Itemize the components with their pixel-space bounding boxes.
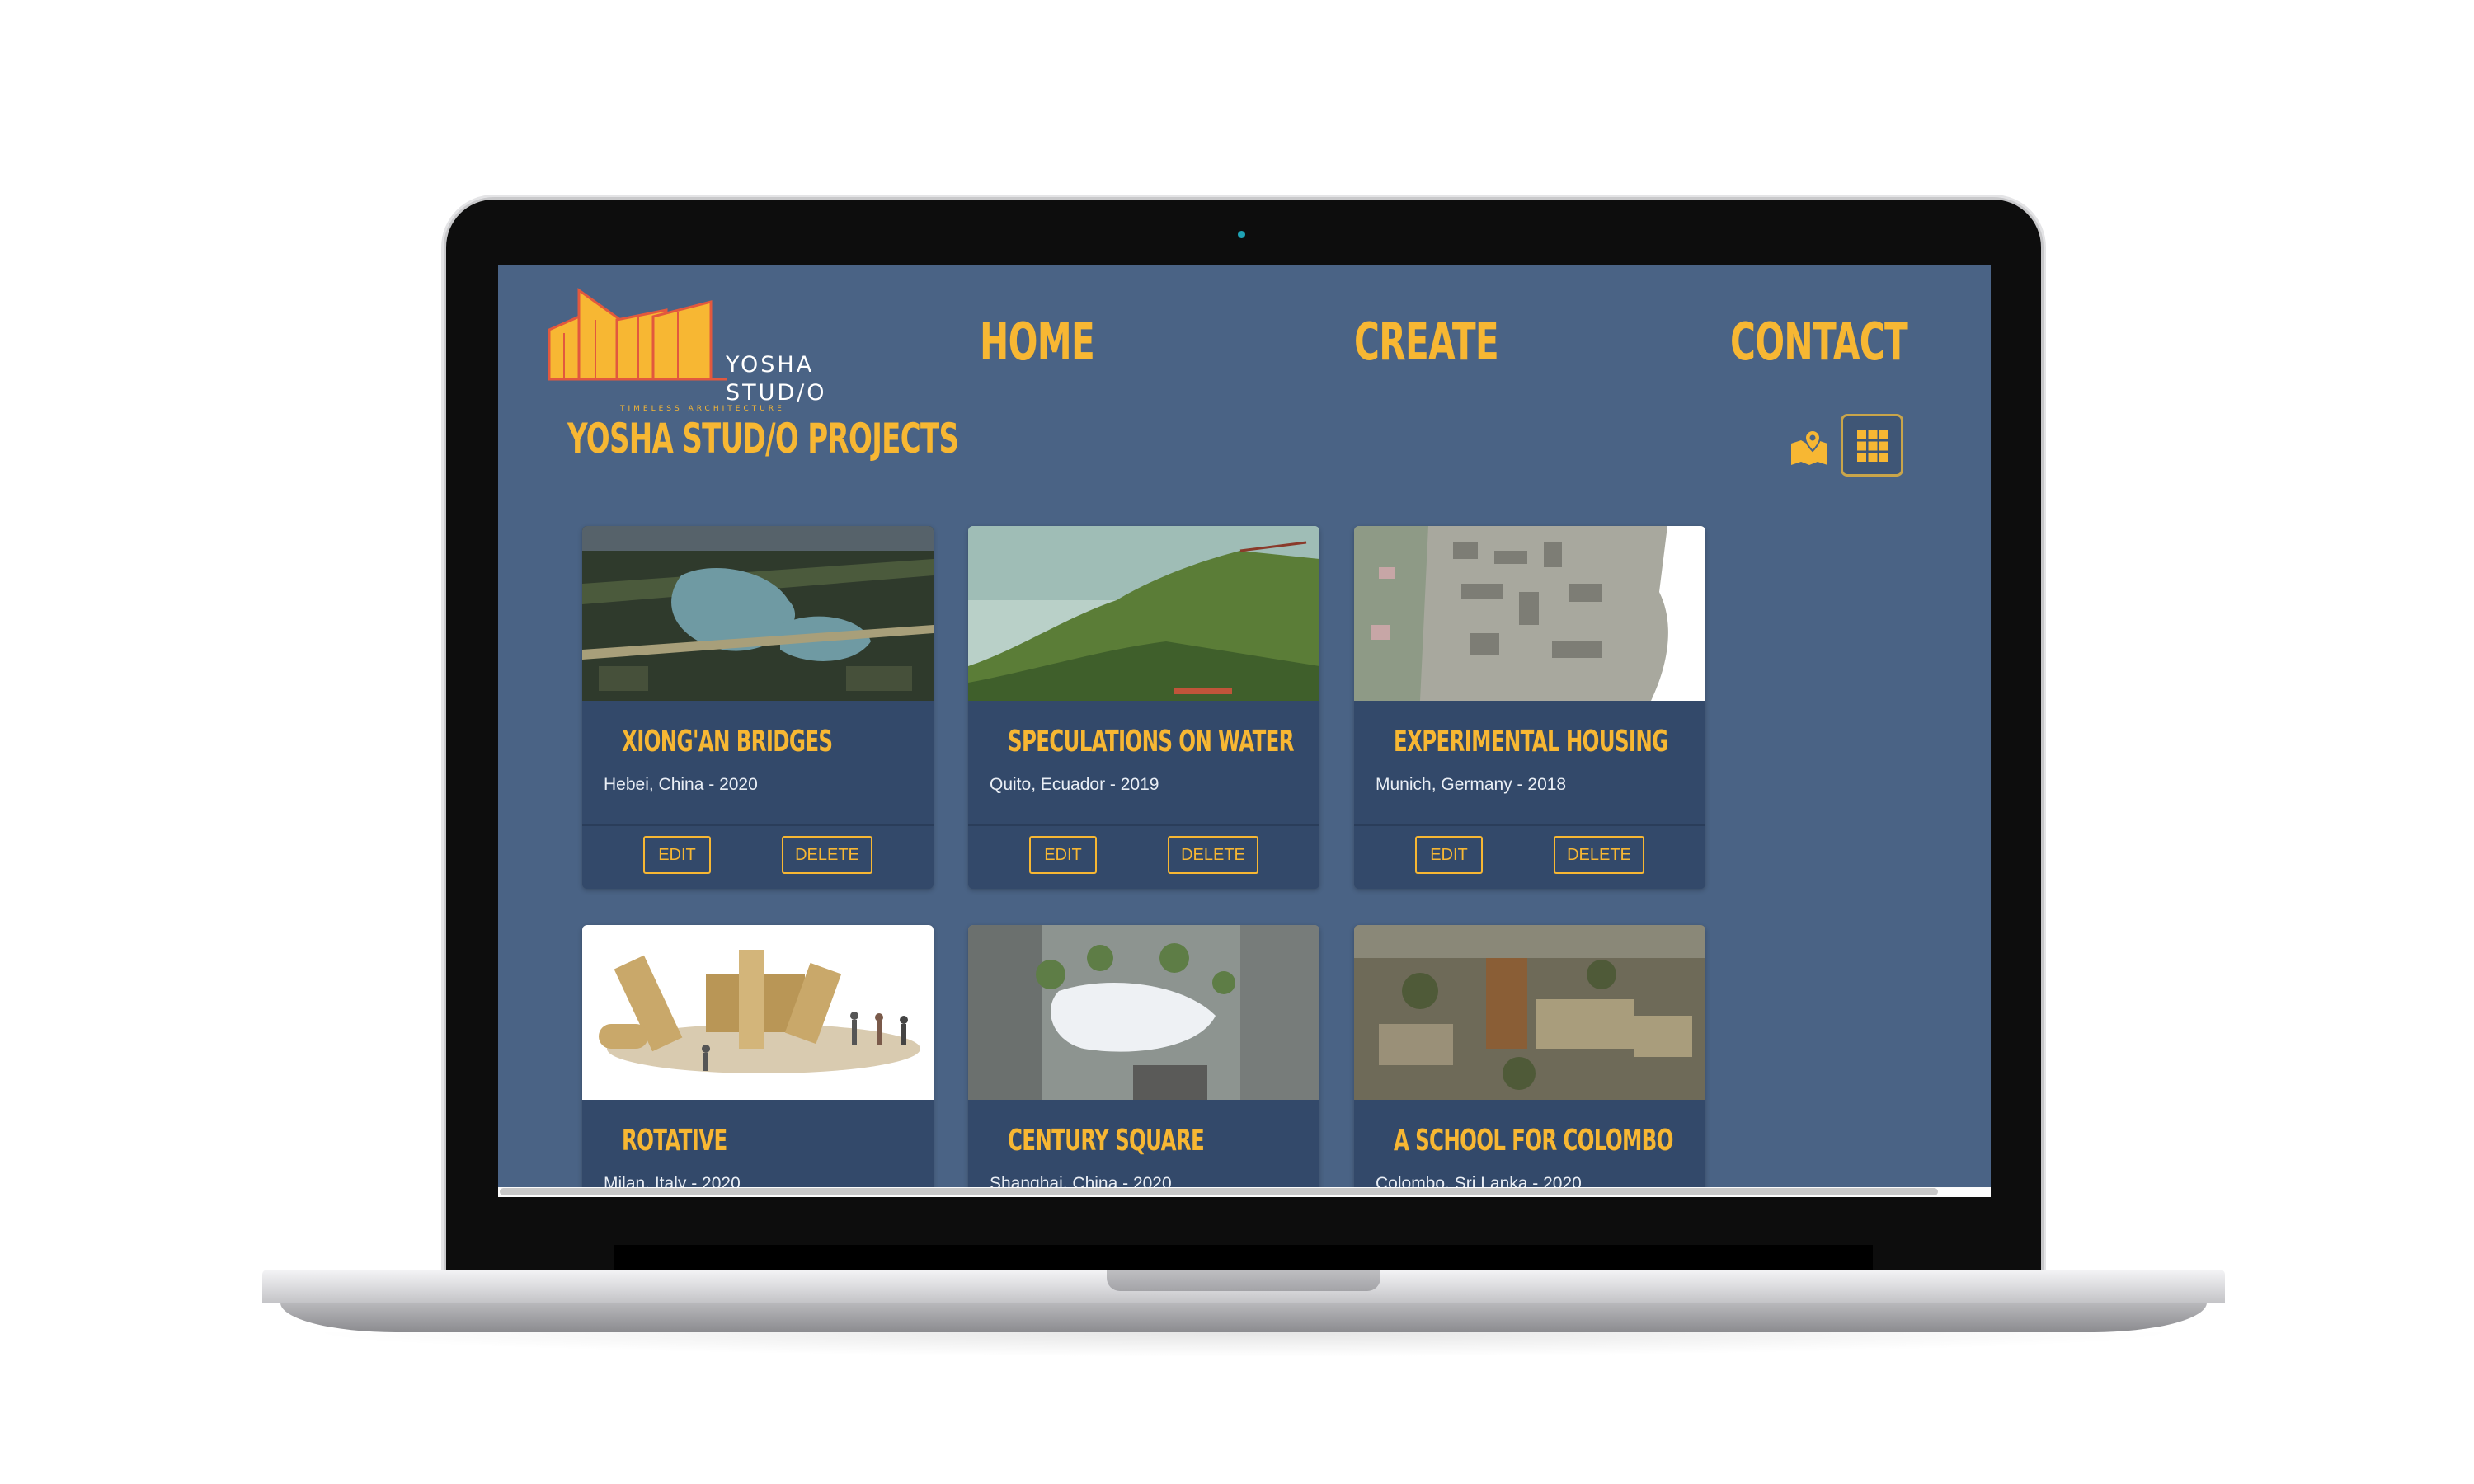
logo[interactable]: YOSHA STUD/O TIMELESS ARCHITECTURE [546, 287, 825, 413]
scrollbar-thumb[interactable] [500, 1188, 1938, 1195]
nav-create[interactable]: CREATE [1354, 313, 1499, 371]
project-title: XIONG'AN BRIDGES [622, 725, 833, 758]
nav-contact[interactable]: CONTACT [1730, 313, 1908, 371]
grid-icon [1857, 430, 1888, 462]
project-card[interactable]: XIONG'AN BRIDGES Hebei, China - 2020 EDI… [582, 526, 934, 889]
project-meta: Hebei, China - 2020 [604, 775, 758, 794]
delete-button[interactable]: DELETE [1168, 836, 1258, 874]
project-card[interactable]: SPECULATIONS ON WATER Quito, Ecuador - 2… [968, 526, 1319, 889]
project-card[interactable]: CENTURY SQUARE Shanghai, China - 2020 [968, 925, 1319, 1195]
project-title: SPECULATIONS ON WATER [1008, 725, 1294, 758]
app-screen: YOSHA STUD/O TIMELESS ARCHITECTURE HOME … [498, 265, 1991, 1195]
page-title: YOSHA STUD/O PROJECTS [567, 415, 959, 463]
project-card[interactable]: EXPERIMENTAL HOUSING Munich, Germany - 2… [1354, 526, 1705, 889]
edit-button[interactable]: EDIT [1029, 836, 1097, 874]
project-image-xiongan [582, 526, 934, 701]
grid-view-button[interactable] [1841, 414, 1903, 477]
project-meta: Munich, Germany - 2018 [1376, 775, 1567, 794]
card-divider [1354, 824, 1705, 826]
laptop-hinge [614, 1245, 1873, 1270]
delete-button[interactable]: DELETE [1554, 836, 1644, 874]
delete-button[interactable]: DELETE [782, 836, 872, 874]
webcam [1238, 231, 1245, 238]
project-card[interactable]: ROTATIVE Milan, Italy - 2020 [582, 925, 934, 1195]
card-divider [968, 824, 1319, 826]
project-title: A SCHOOL FOR COLOMBO [1394, 1124, 1673, 1158]
laptop-shadow [297, 1332, 2190, 1357]
project-image-rotative [582, 925, 934, 1100]
card-divider [582, 824, 934, 826]
laptop-base-bottom [280, 1303, 2207, 1332]
project-meta: Quito, Ecuador - 2019 [990, 775, 1159, 794]
nav-home[interactable]: HOME [980, 313, 1095, 371]
map-pin-icon [1791, 429, 1827, 465]
logo-building-icon [548, 288, 727, 381]
logo-name-line1: YOSHA [726, 352, 815, 378]
project-title: EXPERIMENTAL HOUSING [1394, 725, 1668, 758]
project-card[interactable]: A SCHOOL FOR COLOMBO Colombo, Sri Lanka … [1354, 925, 1705, 1195]
logo-name-line2: STUD/O [726, 380, 827, 406]
map-view-button[interactable] [1788, 427, 1831, 470]
horizontal-scrollbar[interactable] [498, 1187, 1991, 1197]
project-image-housing [1354, 526, 1705, 701]
project-image-speculations [968, 526, 1319, 701]
edit-button[interactable]: EDIT [643, 836, 711, 874]
project-image-century-square [968, 925, 1319, 1100]
project-title: ROTATIVE [622, 1124, 727, 1158]
project-image-colombo [1354, 925, 1705, 1100]
logo-tagline: TIMELESS ARCHITECTURE [620, 405, 785, 413]
edit-button[interactable]: EDIT [1415, 836, 1483, 874]
laptop-notch [1107, 1270, 1380, 1291]
logo-wordmark: YOSHA STUD/O [726, 351, 827, 407]
project-title: CENTURY SQUARE [1008, 1124, 1205, 1158]
